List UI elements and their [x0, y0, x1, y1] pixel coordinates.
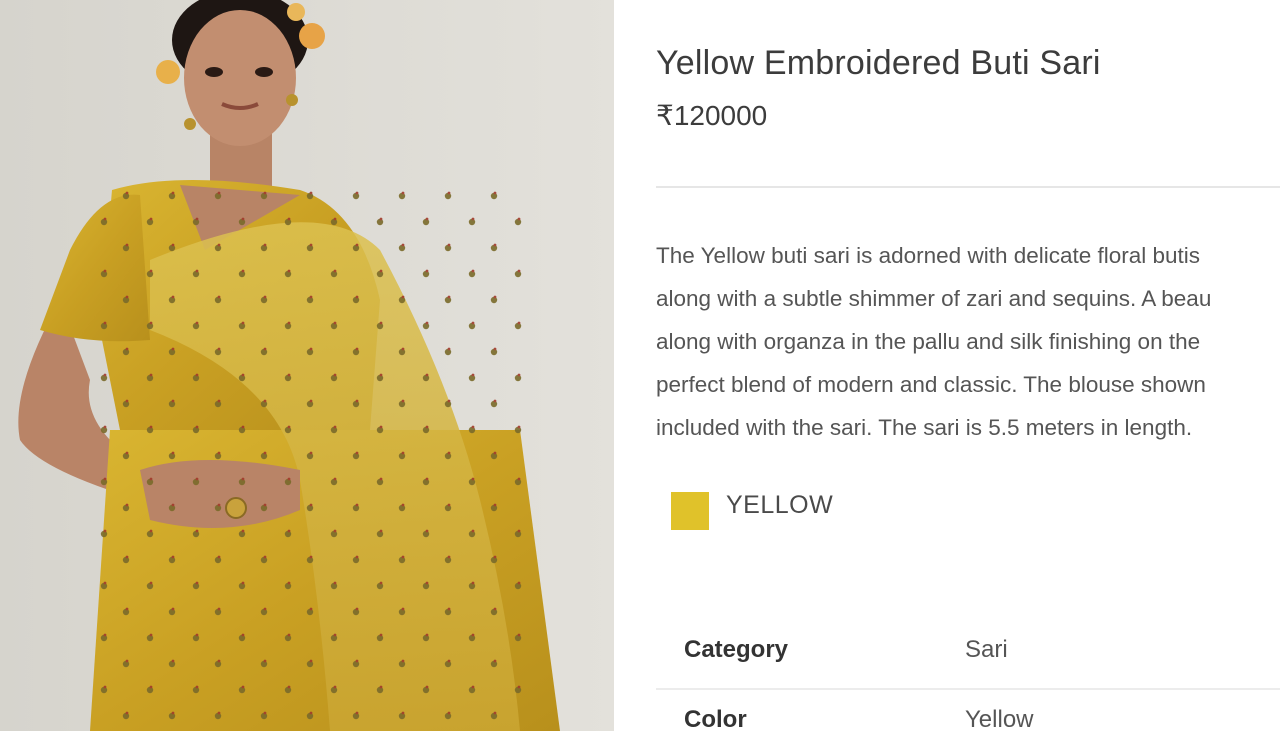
spec-table: Category Sari Color Yellow: [656, 620, 1280, 731]
description-line: The Yellow buti sari is adorned with del…: [656, 243, 1201, 268]
spec-row-category: Category Sari: [656, 620, 1280, 690]
description-line: included with the sari. The sari is 5.5 …: [656, 415, 1193, 440]
product-description: The Yellow buti sari is adorned with del…: [656, 234, 1280, 449]
description-line: perfect blend of modern and classic. The…: [656, 372, 1206, 397]
color-swatch-yellow[interactable]: [671, 492, 709, 530]
description-line: along with a subtle shimmer of zari and …: [656, 286, 1212, 311]
product-image[interactable]: [0, 0, 614, 731]
spec-row-color: Color Yellow: [656, 690, 1280, 731]
color-option-label[interactable]: YELLOW: [726, 491, 833, 520]
spec-value: Sari: [965, 636, 1008, 663]
product-title: Yellow Embroidered Buti Sari: [656, 44, 1101, 82]
product-price: ₹120000: [656, 100, 768, 131]
spec-value: Yellow: [965, 706, 1034, 731]
spec-label: Color: [684, 706, 747, 731]
product-details-panel: Yellow Embroidered Buti Sari ₹120000 The…: [614, 0, 1280, 731]
divider: [656, 186, 1280, 188]
model-photo: [0, 0, 614, 731]
spec-label: Category: [684, 636, 789, 663]
description-line: along with organza in the pallu and silk…: [656, 329, 1201, 354]
